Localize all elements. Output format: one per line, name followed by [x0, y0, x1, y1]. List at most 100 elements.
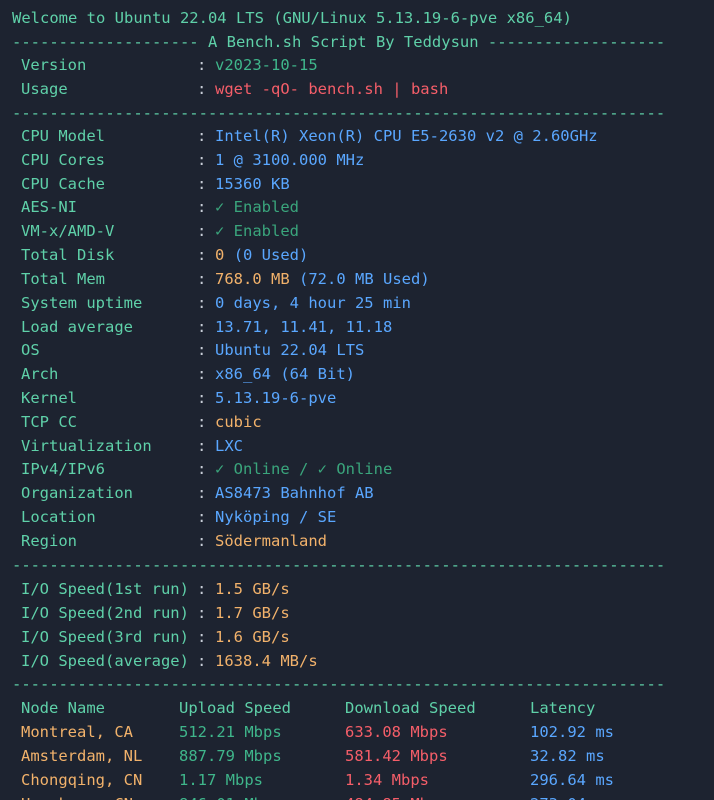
- info-colon: :: [197, 269, 207, 288]
- header-node-name: Node Name: [21, 699, 105, 717]
- info-value: 15360 KB: [215, 174, 290, 193]
- info-value: cubic: [215, 412, 262, 431]
- download-speed: 484.85 Mbps: [345, 792, 448, 800]
- info-value: Nyköping / SE: [215, 508, 337, 527]
- info-label: Location: [21, 508, 96, 527]
- info-label: I/O Speed(1st run): [21, 580, 189, 598]
- info-label: I/O Speed(2nd run): [21, 604, 189, 622]
- info-value: ✓ Enabled: [215, 222, 299, 241]
- info-label: VM-x/AMD-V: [21, 222, 115, 241]
- info-value-main: 0: [215, 246, 225, 265]
- info-colon: :: [197, 389, 207, 408]
- info-label: Arch: [21, 365, 59, 384]
- info-colon: :: [197, 531, 207, 550]
- info-value: 13.71, 11.41, 11.18: [215, 317, 393, 336]
- info-value-used: (0 Used): [233, 246, 309, 265]
- info-label: Virtualization: [21, 436, 152, 455]
- info-label: Organization: [21, 484, 133, 503]
- node-name: Montreal, CA: [21, 723, 133, 741]
- info-value-main: 768.0 MB: [215, 269, 290, 288]
- info-label: I/O Speed(3rd run): [21, 628, 189, 646]
- info-colon: :: [197, 508, 207, 527]
- info-colon: :: [197, 412, 207, 431]
- header-upload-speed: Upload Speed: [179, 699, 291, 717]
- info-colon: :: [197, 652, 207, 670]
- upload-speed: 1.17 Mbps: [179, 771, 263, 789]
- info-value: x86_64 (64 Bit): [215, 365, 355, 384]
- node-name: Hongkong, CN: [21, 792, 133, 800]
- info-value: 1.6 GB/s: [215, 628, 290, 646]
- info-value: v2023-10-15: [215, 56, 318, 74]
- info-value: ✓ Online / ✓ Online: [215, 460, 393, 479]
- header-download-speed: Download Speed: [345, 699, 476, 717]
- info-colon: :: [197, 198, 207, 217]
- info-label: Version: [21, 56, 87, 74]
- info-value: AS8473 Bahnhof AB: [215, 484, 374, 503]
- separator-3: ----------------------------------------…: [12, 675, 666, 693]
- info-colon: :: [197, 365, 207, 384]
- info-colon: :: [197, 628, 207, 646]
- info-colon: :: [197, 246, 207, 265]
- info-value: wget -qO- bench.sh | bash: [215, 80, 449, 98]
- latency-value: 296.64 ms: [530, 771, 614, 789]
- info-colon: :: [197, 580, 207, 598]
- welcome-line: Welcome to Ubuntu 22.04 LTS (GNU/Linux 5…: [12, 9, 572, 27]
- info-label: Usage: [21, 80, 68, 98]
- latency-value: 102.92 ms: [530, 723, 614, 741]
- info-colon: :: [197, 436, 207, 455]
- info-value: 768.0 MB (72.0 MB Used): [215, 267, 430, 291]
- separator-2: ----------------------------------------…: [12, 556, 666, 574]
- header-latency: Latency: [530, 699, 596, 717]
- info-label: Region: [21, 531, 77, 550]
- download-speed: 581.42 Mbps: [345, 747, 448, 765]
- info-colon: :: [197, 127, 207, 145]
- info-label: Total Mem: [21, 269, 105, 288]
- info-value: 1.7 GB/s: [215, 604, 290, 622]
- info-label: CPU Cache: [21, 174, 105, 193]
- download-speed: 1.34 Mbps: [345, 771, 429, 789]
- info-label: AES-NI: [21, 198, 77, 217]
- upload-speed: 887.79 Mbps: [179, 747, 282, 765]
- info-label: OS: [21, 341, 40, 360]
- info-colon: :: [197, 604, 207, 622]
- latency-value: 32.82 ms: [530, 747, 605, 765]
- info-colon: :: [197, 317, 207, 336]
- info-label: I/O Speed(average): [21, 652, 189, 670]
- info-value: 1.5 GB/s: [215, 580, 290, 598]
- node-name: Chongqing, CN: [21, 771, 143, 789]
- info-value: ✓ Enabled: [215, 198, 299, 217]
- info-colon: :: [197, 460, 207, 479]
- separator-1: ----------------------------------------…: [12, 104, 666, 122]
- info-value: Intel(R) Xeon(R) CPU E5-2630 v2 @ 2.60GH…: [215, 127, 598, 145]
- terminal-window[interactable]: Welcome to Ubuntu 22.04 LTS (GNU/Linux 5…: [0, 0, 714, 800]
- info-label: Kernel: [21, 389, 77, 408]
- info-label: System uptime: [21, 293, 143, 312]
- node-name: Amsterdam, NL: [21, 747, 143, 765]
- download-speed: 633.08 Mbps: [345, 723, 448, 741]
- info-value: 1 @ 3100.000 MHz: [215, 150, 365, 169]
- info-value: 0 (0 Used): [215, 243, 308, 267]
- info-value: Södermanland: [215, 531, 327, 550]
- info-label: CPU Cores: [21, 150, 105, 169]
- info-value: 1638.4 MB/s: [215, 652, 318, 670]
- info-value: LXC: [215, 436, 243, 455]
- info-colon: :: [197, 174, 207, 193]
- info-colon: :: [197, 484, 207, 503]
- info-label: TCP CC: [21, 412, 77, 431]
- info-label: Load average: [21, 317, 133, 336]
- info-colon: :: [197, 56, 207, 74]
- info-colon: :: [197, 222, 207, 241]
- info-label: IPv4/IPv6: [21, 460, 105, 479]
- info-colon: :: [197, 80, 207, 98]
- info-value: 0 days, 4 hour 25 min: [215, 293, 411, 312]
- info-label: Total Disk: [21, 246, 115, 265]
- info-colon: :: [197, 341, 207, 360]
- info-value: 5.13.19-6-pve: [215, 389, 337, 408]
- info-colon: :: [197, 293, 207, 312]
- upload-speed: 846.01 Mbps: [179, 792, 282, 800]
- info-value: Ubuntu 22.04 LTS: [215, 341, 365, 360]
- info-label: CPU Model: [21, 127, 105, 145]
- upload-speed: 512.21 Mbps: [179, 723, 282, 741]
- info-colon: :: [197, 150, 207, 169]
- banner-line: -------------------- A Bench.sh Script B…: [12, 33, 666, 51]
